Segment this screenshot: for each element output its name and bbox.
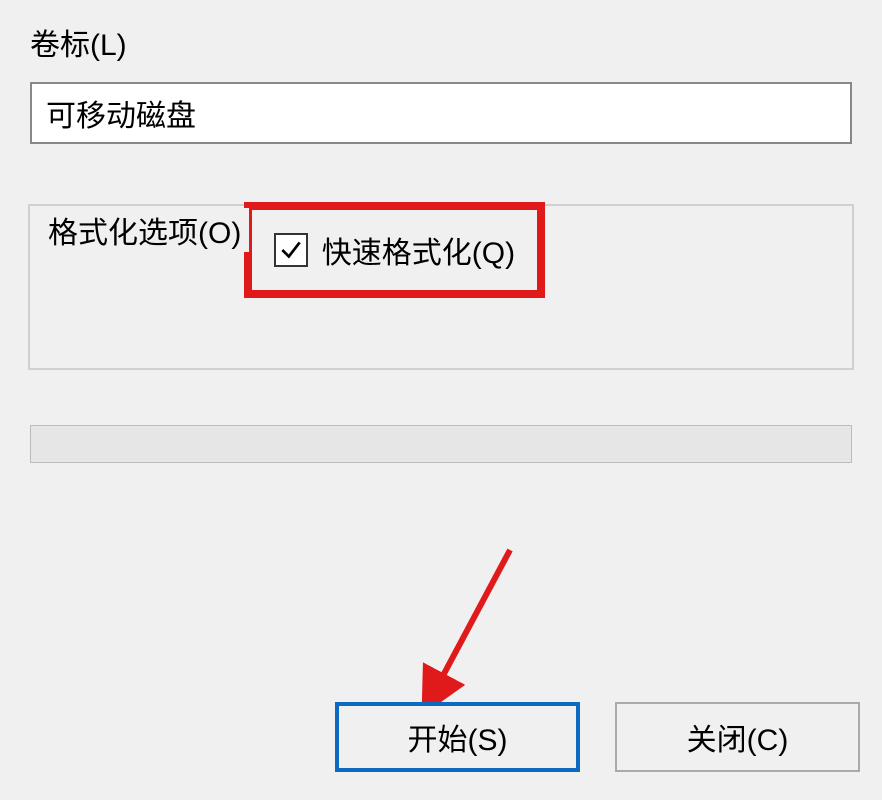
annotation-arrow-icon [410, 540, 550, 720]
close-button[interactable]: 关闭(C) [615, 702, 860, 772]
checkmark-icon [278, 237, 304, 263]
volume-label-input[interactable] [30, 82, 852, 144]
dialog-button-row: 开始(S) 关闭(C) [335, 702, 860, 772]
format-options-legend: 格式化选项(O) [40, 208, 249, 252]
quick-format-checkbox-wrap[interactable]: 快速格式化(Q) [274, 228, 515, 272]
start-button[interactable]: 开始(S) [335, 702, 580, 772]
format-progress-bar [30, 425, 852, 463]
format-options-group: 格式化选项(O) 快速格式化(Q) [28, 204, 854, 370]
quick-format-label: 快速格式化(Q) [322, 228, 515, 272]
quick-format-checkbox[interactable] [274, 233, 308, 267]
format-dialog: 卷标(L) 格式化选项(O) 快速格式化(Q) 开始(S) 关闭(C) [0, 0, 882, 800]
volume-label-caption: 卷标(L) [30, 20, 862, 64]
annotation-highlight-box: 快速格式化(Q) [244, 202, 545, 298]
